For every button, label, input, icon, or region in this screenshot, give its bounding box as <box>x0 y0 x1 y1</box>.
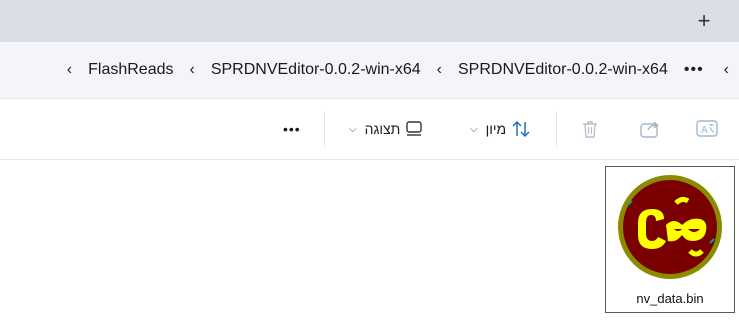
address-bar: ‹ ••• SPRDNVEditor-0.0.2-win-x64 ‹ SPRDN… <box>0 42 739 99</box>
file-name: nv_data.bin <box>636 291 704 306</box>
new-tab-button[interactable]: + <box>691 8 717 34</box>
breadcrumb-item[interactable]: SPRDNVEditor-0.0.2-win-x64 <box>205 61 427 79</box>
more-options-button[interactable]: ••• <box>283 99 301 159</box>
chevron-left-icon[interactable]: ‹ <box>57 61 82 79</box>
sort-label: מיון <box>485 121 507 137</box>
breadcrumb-overflow-button[interactable]: ••• <box>674 61 714 79</box>
chevron-down-icon: ⌵ <box>349 123 357 135</box>
view-label: תצוגה <box>364 121 401 137</box>
trash-icon <box>583 121 597 138</box>
translate-icon: A <box>696 120 718 137</box>
sort-button[interactable]: ⌵ מיון <box>466 99 532 159</box>
toolbar-divider <box>324 111 325 147</box>
sort-arrows-icon <box>512 120 530 138</box>
breadcrumb-item[interactable]: FlashReads <box>82 61 179 79</box>
chevron-down-icon: ⌵ <box>470 123 478 135</box>
chevron-left-icon[interactable]: ‹ <box>427 61 452 79</box>
chevron-left-icon[interactable]: ‹ <box>714 61 739 79</box>
view-button[interactable]: ⌵ תצוגה <box>345 99 424 159</box>
breadcrumb-item[interactable]: SPRDNVEditor-0.0.2-win-x64 <box>452 61 674 79</box>
view-icon <box>406 121 423 136</box>
command-bar: A ⌵ מיון ⌵ תצוגה ••• <box>0 99 739 160</box>
svg-text:A: A <box>701 125 708 136</box>
delete-button[interactable] <box>580 99 602 159</box>
chevron-left-icon[interactable]: ‹ <box>179 61 204 79</box>
toolbar-divider <box>556 111 557 147</box>
ai-translate-button[interactable]: A <box>696 99 722 159</box>
title-bar: + <box>0 0 739 42</box>
breadcrumb: ‹ ••• SPRDNVEditor-0.0.2-win-x64 ‹ SPRDN… <box>57 42 739 98</box>
share-button[interactable] <box>639 99 663 159</box>
sprd-bin-file-icon <box>618 175 722 279</box>
file-item[interactable]: nv_data.bin <box>605 166 735 313</box>
share-icon <box>640 121 659 138</box>
